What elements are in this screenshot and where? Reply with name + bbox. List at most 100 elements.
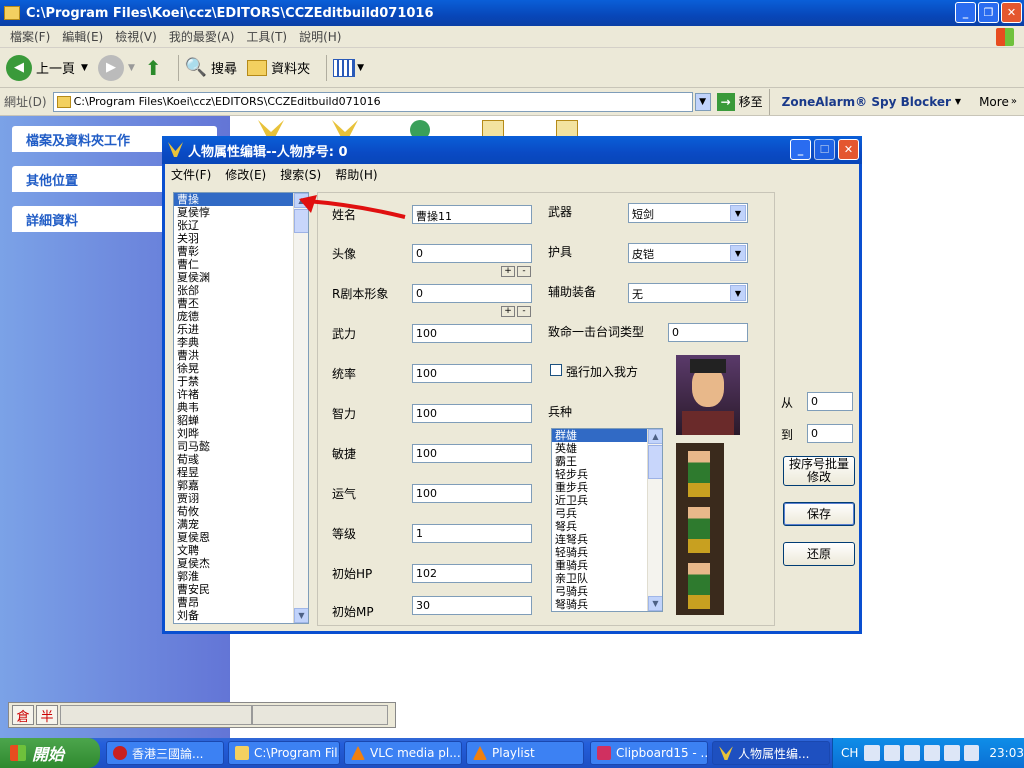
zonealarm-icon[interactable]	[923, 745, 940, 761]
character-list-item[interactable]: 夏侯惇	[174, 206, 308, 219]
task-explorer[interactable]: C:\Program Fil...	[228, 741, 340, 765]
up-folder-button[interactable]: ⬆	[145, 56, 162, 80]
character-list-item[interactable]: 贾诩	[174, 492, 308, 505]
character-list-item[interactable]: 关羽	[174, 232, 308, 245]
task-clipboard[interactable]: Clipboard15 - ...	[590, 741, 708, 765]
save-button[interactable]: 保存	[783, 502, 855, 526]
character-list-item[interactable]: 文聘	[174, 544, 308, 557]
menu-favorites[interactable]: 我的最愛(A)	[169, 28, 235, 45]
aux-select[interactable]: 无 ▼	[628, 283, 748, 303]
go-arrow-icon[interactable]: →	[716, 92, 735, 111]
character-list-item[interactable]: 夏侯渊	[174, 271, 308, 284]
task-character-editor[interactable]: 人物属性编...	[712, 741, 830, 765]
ime-mode-button[interactable]: 倉	[12, 705, 34, 725]
troop-list-item[interactable]: 弩兵	[552, 520, 662, 533]
chevron-down-icon[interactable]: ▼	[730, 245, 746, 261]
dialog-maximize-button[interactable]: ☐	[814, 139, 835, 160]
head-minus-button[interactable]: -	[517, 266, 531, 277]
character-list-item[interactable]: 程昱	[174, 466, 308, 479]
troop-list-item[interactable]: 近卫兵	[552, 494, 662, 507]
character-list-item[interactable]: 刘备	[174, 609, 308, 622]
init-hp-field[interactable]: 102	[412, 564, 532, 583]
character-list-item[interactable]: 曹洪	[174, 349, 308, 362]
character-list-item[interactable]: 夏侯杰	[174, 557, 308, 570]
head-plus-button[interactable]: +	[501, 266, 515, 277]
network-icon[interactable]	[943, 745, 960, 761]
scroll-thumb[interactable]	[648, 445, 662, 479]
menu-edit[interactable]: 修改(E)	[225, 166, 266, 183]
character-list-item[interactable]: 刘晔	[174, 427, 308, 440]
character-list-item[interactable]: 满宠	[174, 518, 308, 531]
character-list-item[interactable]: 夏侯恩	[174, 531, 308, 544]
troop-list-item[interactable]: 亲卫队	[552, 572, 662, 585]
character-list-item[interactable]: 张郃	[174, 284, 308, 297]
address-input[interactable]: C:\Program Files\Koei\ccz\EDITORS\CCZEdi…	[52, 91, 693, 112]
crit-type-field[interactable]: 0	[668, 323, 748, 342]
character-list-item[interactable]: 典韦	[174, 401, 308, 414]
character-list-item[interactable]: 曹丕	[174, 297, 308, 310]
character-list-item[interactable]: 许褚	[174, 388, 308, 401]
go-label[interactable]: 移至	[739, 93, 763, 110]
troop-list-item[interactable]: 轻步兵	[552, 468, 662, 481]
troop-list-item[interactable]: 弓骑兵	[552, 585, 662, 598]
range-from-field[interactable]: 0	[807, 392, 853, 411]
intelligence-field[interactable]: 100	[412, 404, 532, 423]
character-list-item[interactable]: 乐进	[174, 323, 308, 336]
character-list-item[interactable]: 曹安民	[174, 583, 308, 596]
ime-icon[interactable]	[864, 745, 881, 761]
weapon-select[interactable]: 短剑 ▼	[628, 203, 748, 223]
character-list-item[interactable]: 荀彧	[174, 453, 308, 466]
scroll-down-button[interactable]: ▼	[294, 608, 308, 623]
character-list-item[interactable]: 曹操	[174, 193, 308, 206]
character-list-item[interactable]: 于禁	[174, 375, 308, 388]
troop-list-item[interactable]: 连弩兵	[552, 533, 662, 546]
forward-button[interactable]: ▶ ▼	[97, 54, 135, 81]
start-button[interactable]: 開始	[0, 738, 100, 768]
zonealarm-toolbar[interactable]: ZoneAlarm® Spy Blocker	[782, 95, 951, 109]
back-button[interactable]: ◀ 上一頁 ▼	[6, 54, 88, 81]
task-vlc[interactable]: VLC media pl...	[344, 741, 462, 765]
luck-field[interactable]: 100	[412, 484, 532, 503]
range-to-field[interactable]: 0	[807, 424, 853, 443]
views-button[interactable]: ▼	[333, 58, 364, 77]
menu-view[interactable]: 檢視(V)	[115, 28, 157, 45]
task-hk-sanguo[interactable]: 香港三國論...	[106, 741, 224, 765]
character-list[interactable]: 曹操 夏侯惇 张辽 关羽 曹彰 曹仁 夏侯渊 张郃 曹丕 庞德 乐进 李典 曹洪 徐晃 于禁 许褚 典韦 貂蝉 刘晔…	[173, 192, 309, 624]
troop-list-item[interactable]: 重步兵	[552, 481, 662, 494]
level-field[interactable]: 1	[412, 524, 532, 543]
troop-list-item[interactable]: 群雄	[552, 429, 662, 442]
command-field[interactable]: 100	[412, 364, 532, 383]
dialog-minimize-button[interactable]: _	[790, 139, 811, 160]
init-mp-field[interactable]: 30	[412, 596, 532, 615]
force-field[interactable]: 100	[412, 324, 532, 343]
agility-field[interactable]: 100	[412, 444, 532, 463]
character-list-item[interactable]: 曹彰	[174, 245, 308, 258]
troop-list-item[interactable]: 弩骑兵	[552, 598, 662, 611]
menu-tools[interactable]: 工具(T)	[246, 28, 287, 45]
menu-help[interactable]: 說明(H)	[299, 28, 341, 45]
r-image-minus-button[interactable]: -	[517, 306, 531, 317]
minimize-button[interactable]: _	[955, 2, 976, 23]
scroll-up-button[interactable]: ▲	[294, 193, 308, 208]
character-list-item[interactable]: 庞德	[174, 310, 308, 323]
scroll-up-button[interactable]: ▲	[648, 429, 662, 444]
language-indicator[interactable]: CH	[841, 746, 858, 760]
character-list-item[interactable]: 荀攸	[174, 505, 308, 518]
ime-width-button[interactable]: 半	[36, 705, 58, 725]
troop-list-item[interactable]: 霸王	[552, 455, 662, 468]
volume-icon[interactable]	[963, 745, 980, 761]
restore-button[interactable]: 还原	[783, 542, 855, 566]
character-list-item[interactable]: 张辽	[174, 219, 308, 232]
troop-list-item[interactable]: 重骑兵	[552, 559, 662, 572]
armor-select[interactable]: 皮铠 ▼	[628, 243, 748, 263]
troop-list-item[interactable]: 轻骑兵	[552, 546, 662, 559]
menu-help[interactable]: 帮助(H)	[335, 166, 377, 183]
address-dropdown-button[interactable]: ▼	[694, 92, 711, 111]
menu-search[interactable]: 搜索(S)	[280, 166, 321, 183]
troop-type-list[interactable]: 群雄 英雄 霸王 轻步兵 重步兵 近卫兵 弓兵 弩兵 连弩兵 轻骑兵 重骑兵 亲卫队 弓骑兵 弩骑兵 ▲ …	[551, 428, 663, 612]
name-field[interactable]: 曹操11	[412, 205, 532, 224]
character-list-item[interactable]: 司马懿	[174, 440, 308, 453]
character-list-item[interactable]: 李典	[174, 336, 308, 349]
character-list-item[interactable]: 曹昂	[174, 596, 308, 609]
character-list-item[interactable]: 徐晃	[174, 362, 308, 375]
